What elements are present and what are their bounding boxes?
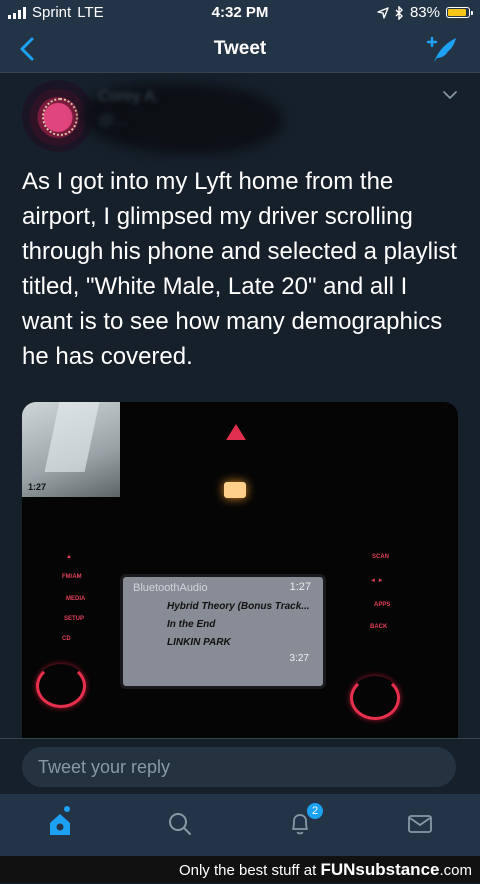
radio-duration: 3:27	[289, 653, 309, 664]
battery-icon	[446, 7, 473, 18]
radio-source: BluetoothAudio	[133, 582, 208, 594]
radio-album: Hybrid Theory (Bonus Track...	[167, 601, 310, 612]
reply-bar: Tweet your reply	[0, 738, 480, 795]
dashboard-light	[224, 482, 246, 498]
phone-in-photo: 1:27	[22, 402, 120, 497]
home-icon	[50, 814, 70, 835]
watermark-brand: FUNsubstance	[320, 860, 440, 879]
chevron-down-icon[interactable]	[442, 90, 458, 100]
tune-knob	[350, 676, 400, 720]
envelope-icon	[408, 815, 432, 833]
car-radio-screen: BluetoothAudio 1:27 Hybrid Theory (Bonus…	[120, 574, 326, 689]
radio-song: In the End	[167, 619, 216, 630]
tab-notifications[interactable]: 2	[284, 802, 324, 840]
tab-home[interactable]	[44, 806, 76, 840]
tweet-photo[interactable]: 1:27 ▲ FM/AM MEDIA SETUP CD SCAN ◄ ► APP…	[22, 402, 458, 738]
new-tweets-dot	[64, 806, 70, 812]
volume-knob	[36, 664, 86, 708]
battery-level	[448, 9, 467, 16]
tweet-author: Corey A. @...	[0, 74, 480, 154]
reply-input[interactable]: Tweet your reply	[22, 747, 456, 787]
radio-clock: 1:27	[289, 581, 311, 593]
navigation-bar: Tweet	[0, 26, 480, 73]
page-title: Tweet	[213, 38, 267, 59]
notification-badge: 2	[306, 802, 324, 820]
status-bar: Sprint LTE 4:32 PM 83%	[0, 0, 480, 26]
location-icon	[377, 6, 389, 19]
bluetooth-icon	[395, 5, 403, 20]
tab-bar: 2	[0, 794, 480, 856]
watermark-suffix: .com	[439, 862, 472, 879]
tweet-text: As I got into my Lyft home from the airp…	[22, 168, 457, 370]
tab-search[interactable]	[164, 808, 196, 840]
search-icon	[169, 813, 191, 835]
site-watermark: Only the best stuff at FUNsubstance.com	[0, 856, 480, 883]
author-handle: @...	[98, 112, 128, 129]
battery-percent: 83%	[409, 4, 440, 21]
tab-messages[interactable]	[404, 808, 436, 840]
compose-tweet-icon[interactable]	[426, 34, 458, 64]
hazard-icon	[226, 424, 246, 440]
status-right: 83%	[377, 4, 473, 21]
radio-artist: LINKIN PARK	[167, 637, 231, 648]
author-name[interactable]: Corey A.	[98, 88, 159, 106]
phone-time: 1:27	[28, 482, 47, 492]
watermark-prefix: Only the best stuff at	[178, 862, 317, 879]
